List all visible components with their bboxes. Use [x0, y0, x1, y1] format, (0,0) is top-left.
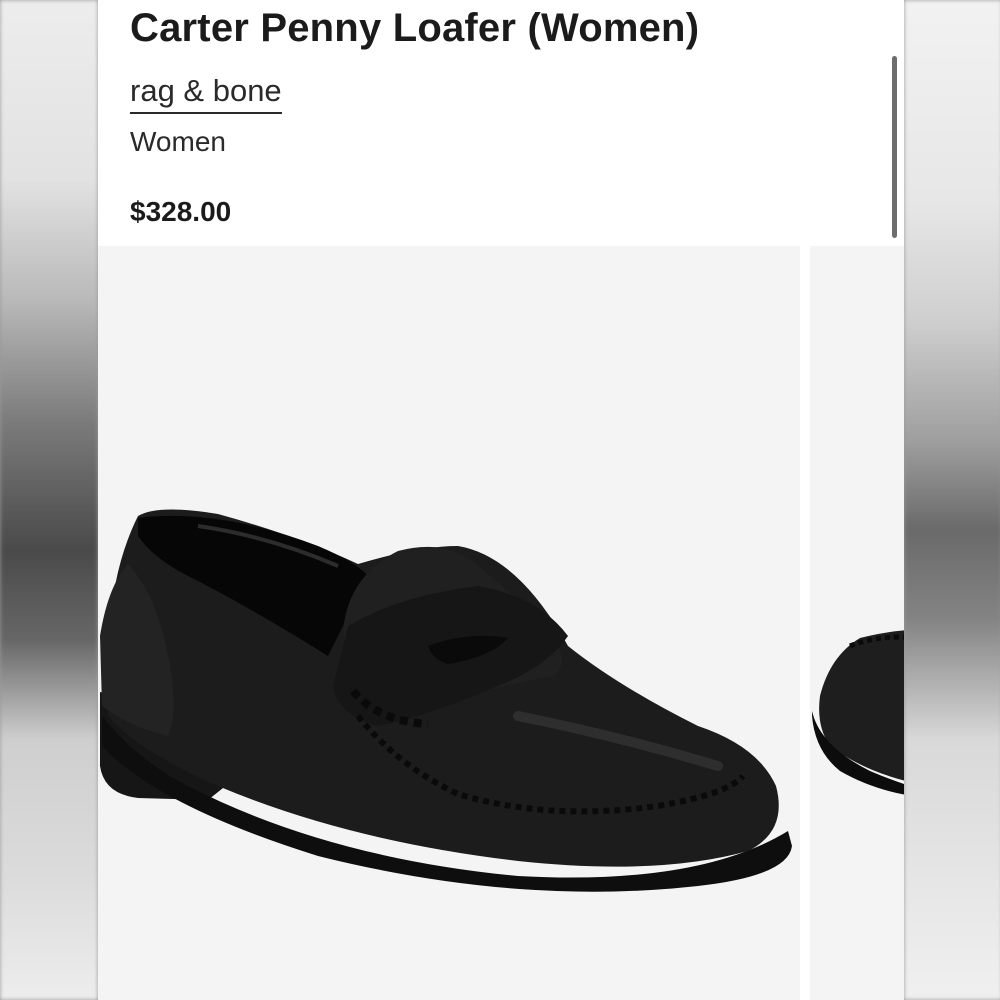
- image-gallery[interactable]: [98, 246, 904, 1000]
- loafer-image-partial: [810, 246, 904, 1000]
- product-title: Carter Penny Loafer (Women): [130, 6, 700, 50]
- product-category: Women: [130, 126, 226, 157]
- brand-link[interactable]: rag & bone: [130, 72, 282, 114]
- product-image-main[interactable]: [98, 246, 800, 1000]
- product-screen: Carter Penny Loafer (Women) rag & bone W…: [98, 0, 904, 1000]
- loafer-image: [98, 246, 800, 1000]
- scrollbar[interactable]: [892, 56, 897, 238]
- blurred-background-left: [0, 0, 98, 1000]
- product-image-next[interactable]: [810, 246, 904, 1000]
- product-price: $328.00: [130, 196, 232, 227]
- blurred-background-right: [904, 0, 1000, 1000]
- product-header: Carter Penny Loafer (Women) rag & bone W…: [98, 0, 904, 246]
